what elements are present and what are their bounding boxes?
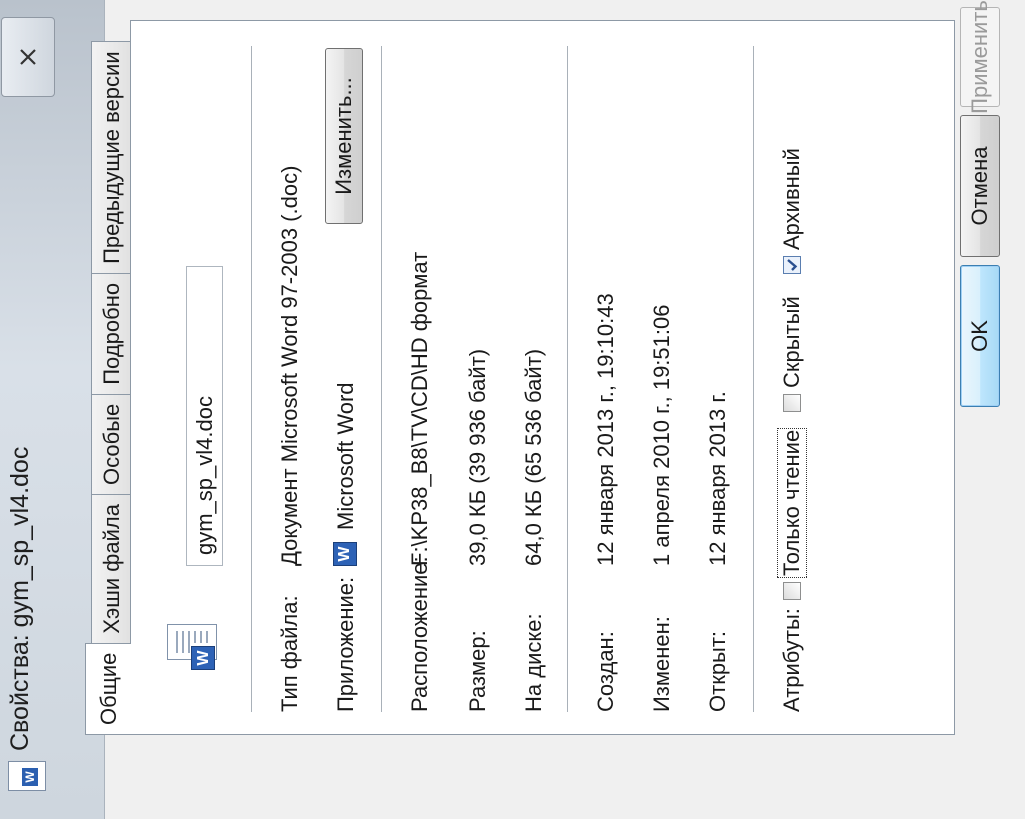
close-icon <box>20 49 36 65</box>
word-icon: W <box>333 542 357 566</box>
tab-previous-versions[interactable]: Предыдущие версии <box>91 41 131 274</box>
hidden-checkbox[interactable] <box>783 394 801 412</box>
attributes-label: Атрибуты: <box>779 608 804 712</box>
cancel-button-label: Отмена <box>967 146 992 226</box>
divider <box>251 46 252 712</box>
tab-details[interactable]: Подробно <box>91 272 131 395</box>
apply-button[interactable]: Применить <box>960 0 1000 114</box>
size-on-disk-label: На диске: <box>521 613 546 712</box>
created-value: 12 января 2013 г., 19:10:43 <box>593 293 618 566</box>
screen: W Свойства: gym_sp_vl4.doc Общие Хэши фа… <box>0 0 1025 819</box>
word-document-icon: W <box>167 624 223 670</box>
modified-value: 1 апреля 2010 г., 19:51:06 <box>649 304 674 566</box>
created-label: Создан: <box>593 631 618 712</box>
file-name-field[interactable] <box>186 266 223 566</box>
tab-general[interactable]: Общие <box>85 642 131 735</box>
window-title: Свойства: gym_sp_vl4.doc <box>6 446 34 751</box>
readonly-label[interactable]: Только чтение <box>778 418 806 588</box>
ok-button-label: OK <box>967 320 992 352</box>
properties-dialog: W Свойства: gym_sp_vl4.doc Общие Хэши фа… <box>0 0 1025 819</box>
word-badge-icon: W <box>191 646 215 670</box>
size-on-disk-value: 64,0 КБ (65 536 байт) <box>521 348 546 566</box>
file-type-label: Тип файла: <box>277 595 302 712</box>
divider <box>381 46 382 712</box>
close-button[interactable] <box>1 17 55 97</box>
apply-button-label: Применить <box>967 0 992 114</box>
size-value: 39,0 КБ (39 936 байт) <box>465 348 490 566</box>
tab-file-hashes[interactable]: Хэши файла <box>91 494 131 644</box>
cancel-button[interactable]: Отмена <box>960 115 1000 257</box>
archive-checkbox[interactable] <box>783 256 801 274</box>
file-type-value: Документ Microsoft Word 97-2003 (.doc) <box>277 165 302 566</box>
change-button-label: Изменить... <box>331 77 356 195</box>
modified-label: Изменен: <box>649 616 674 712</box>
tab-custom[interactable]: Особые <box>91 393 131 495</box>
divider <box>567 46 568 712</box>
location-label: Расположение: <box>407 556 432 712</box>
size-label: Размер: <box>465 630 490 712</box>
readonly-checkbox[interactable] <box>783 582 801 600</box>
accessed-label: Открыт: <box>705 630 730 712</box>
hidden-label[interactable]: Скрытый <box>779 296 805 388</box>
general-tab-panel: W Тип файла: Документ Microsoft Word 97-… <box>130 20 955 735</box>
change-button[interactable]: Изменить... <box>325 48 363 224</box>
accessed-value: 12 января 2013 г. <box>705 391 730 566</box>
divider <box>753 46 754 712</box>
app-label: Приложение: <box>333 576 358 712</box>
tab-strip: Общие Хэши файла Особые Подробно Предыду… <box>85 41 131 735</box>
word-document-icon: W <box>8 761 46 791</box>
checkmark-icon <box>787 259 798 271</box>
location-value: F:\KP38_B8\TV\CD\HD формат <box>407 251 432 566</box>
app-value: Microsoft Word <box>333 382 358 530</box>
ok-button[interactable]: OK <box>960 265 1000 407</box>
archive-label[interactable]: Архивный <box>779 148 805 250</box>
